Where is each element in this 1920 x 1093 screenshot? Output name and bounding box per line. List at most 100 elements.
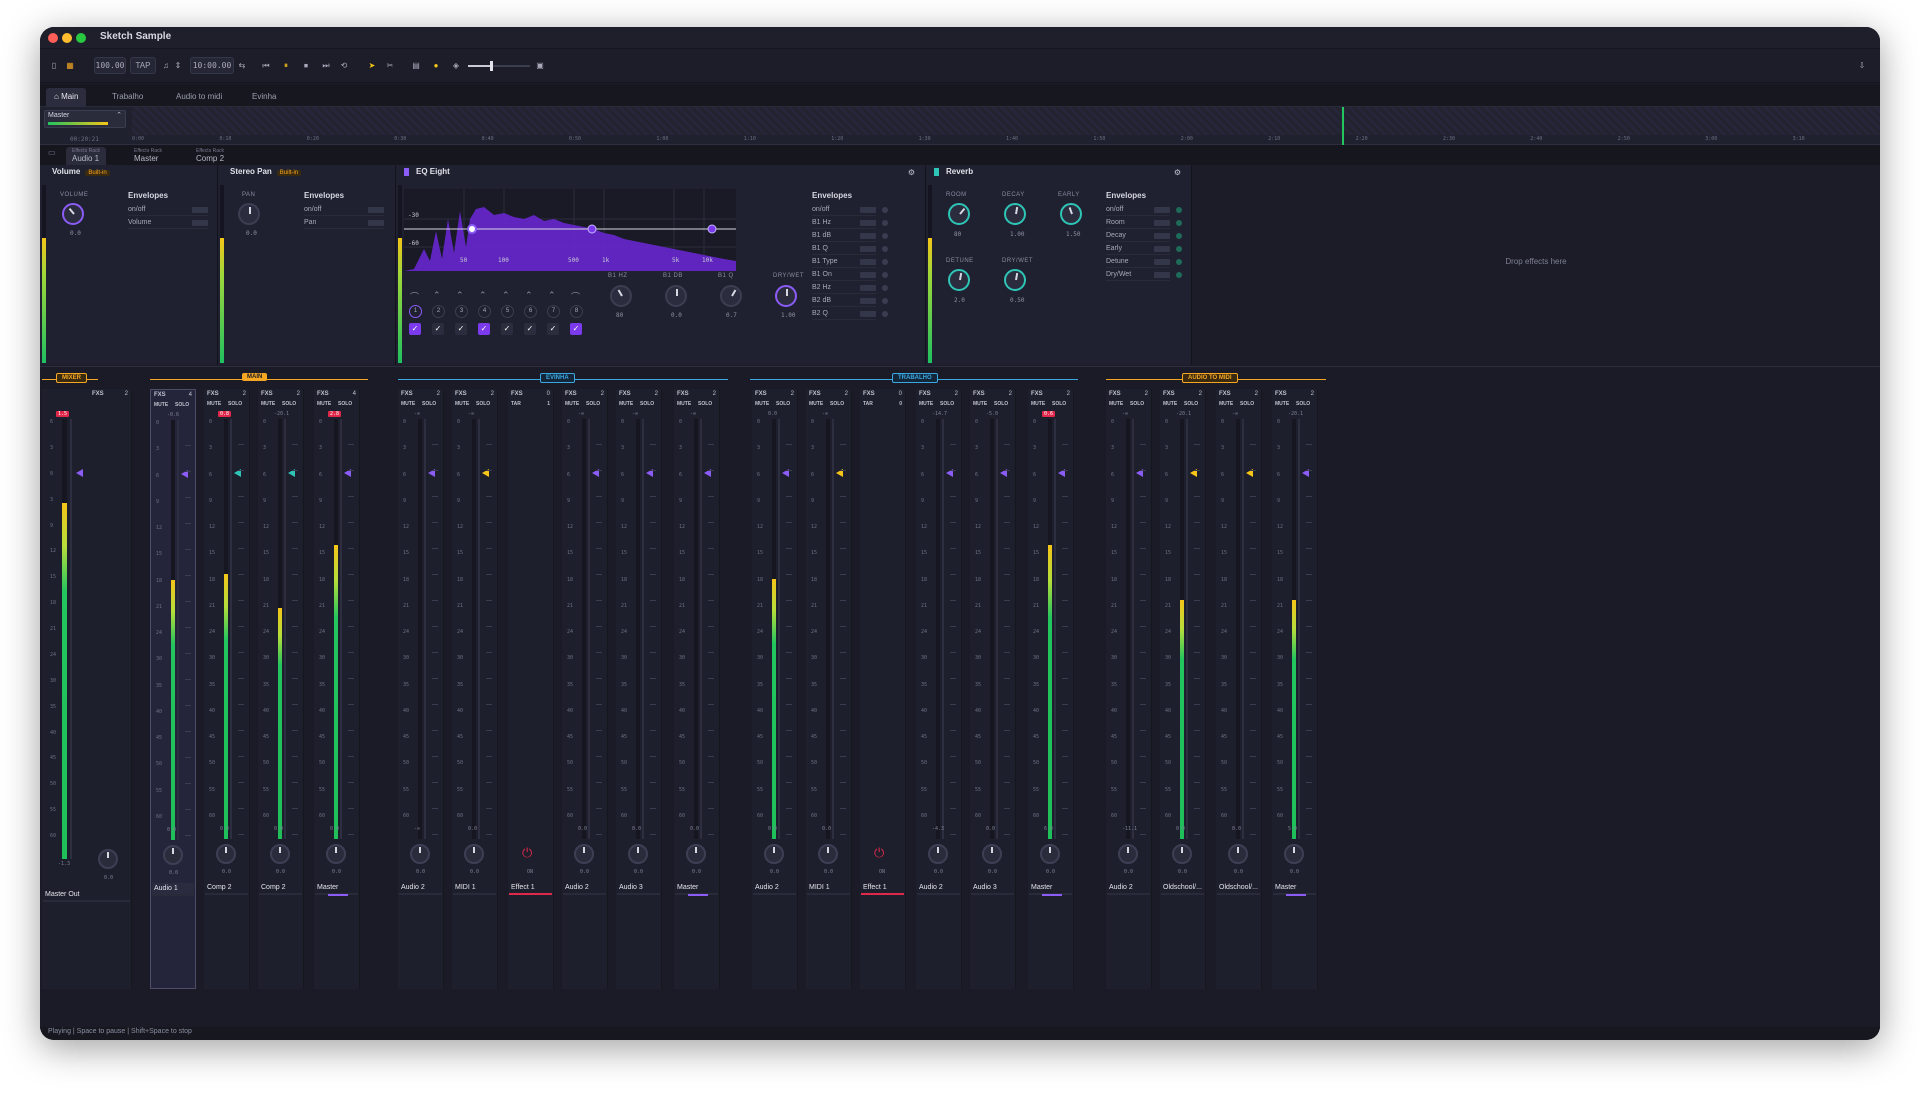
volume-fader[interactable] [424, 419, 426, 839]
pan-knob[interactable] [818, 844, 838, 864]
volume-fader[interactable] [340, 419, 342, 839]
metronome-icon[interactable]: ♫ [160, 57, 172, 74]
band-enable-checkbox[interactable]: ✓ [478, 323, 490, 335]
mute-button[interactable]: MUTE [317, 401, 331, 407]
envelope-row[interactable]: on/off [1106, 205, 1170, 216]
envelope-row[interactable]: Volume [128, 218, 208, 229]
envelope-row[interactable]: Pan [304, 218, 384, 229]
solo-button[interactable]: SOLO [1296, 401, 1310, 407]
eq-knob[interactable] [775, 285, 797, 307]
loop-icon[interactable]: ⟲ [338, 57, 350, 74]
envelope-dot-icon[interactable] [1176, 272, 1182, 278]
strip-name[interactable]: Oldschool/... [1161, 882, 1204, 895]
mute-button[interactable]: MUTE [1219, 401, 1233, 407]
follow-icon[interactable]: ◈ [450, 57, 462, 74]
strip-name[interactable]: Audio 2 [753, 882, 796, 895]
envelope-dot-icon[interactable] [882, 220, 888, 226]
envelope-dot-icon[interactable] [882, 246, 888, 252]
solo-button[interactable]: SOLO [228, 401, 242, 407]
band-shape-icon[interactable]: ⌒ [571, 290, 580, 303]
strip-name[interactable]: Effect 1 [509, 882, 552, 895]
solo-button[interactable]: SOLO [1240, 401, 1254, 407]
band-number-button[interactable]: 2 [432, 305, 445, 318]
reverb-knob[interactable] [948, 269, 970, 291]
solo-button[interactable]: SOLO [586, 401, 600, 407]
mute-button[interactable]: MUTE [1031, 401, 1045, 407]
grid-icon[interactable]: ▦ [64, 57, 76, 74]
snap-icon[interactable]: ● [430, 57, 442, 74]
envelope-row[interactable]: on/off [128, 205, 208, 216]
pan-knob[interactable] [1040, 844, 1060, 864]
band-enable-checkbox[interactable]: ✓ [547, 323, 559, 335]
band-enable-checkbox[interactable]: ✓ [570, 323, 582, 335]
envelope-dot-icon[interactable] [1176, 259, 1182, 265]
envelope-row[interactable]: B1 Type [812, 257, 876, 268]
volume-fader[interactable] [996, 419, 998, 839]
time-field[interactable]: 10:00.00 [190, 57, 234, 74]
eq-knob[interactable] [720, 285, 742, 307]
piano-roll-icon[interactable]: ▤ [410, 57, 422, 74]
strip-name[interactable]: MIDI 1 [453, 882, 496, 895]
rewind-icon[interactable]: ⏮ [260, 57, 272, 74]
strip-name[interactable]: Audio 2 [563, 882, 606, 895]
solo-button[interactable]: SOLO [1052, 401, 1066, 407]
strip-name[interactable]: MIDI 1 [807, 882, 850, 895]
close-window-button[interactable] [48, 33, 58, 43]
envelope-dot-icon[interactable] [1176, 207, 1182, 213]
forward-icon[interactable]: ⏭ [320, 57, 332, 74]
solo-button[interactable]: SOLO [338, 401, 352, 407]
band-number-button[interactable]: 4 [478, 305, 491, 318]
band-number-button[interactable]: 6 [524, 305, 537, 318]
volume-fader[interactable] [1186, 419, 1188, 839]
solo-button[interactable]: SOLO [1184, 401, 1198, 407]
volume-fader[interactable] [832, 419, 834, 839]
volume-fader[interactable] [778, 419, 780, 839]
band-enable-checkbox[interactable]: ✓ [432, 323, 444, 335]
settings-icon[interactable]: ⚙ [1174, 168, 1181, 177]
solo-button[interactable]: SOLO [476, 401, 490, 407]
pan-knob[interactable] [1172, 844, 1192, 864]
volume-fader[interactable] [70, 419, 72, 859]
pan-knob[interactable] [574, 844, 594, 864]
solo-button[interactable]: SOLO [830, 401, 844, 407]
loop-length-icon[interactable]: ⇆ [236, 57, 248, 74]
envelope-row[interactable]: on/off [812, 205, 876, 216]
strip-name[interactable]: Oldschool/... [1217, 882, 1260, 895]
pan-knob[interactable] [163, 845, 183, 865]
pan-knob[interactable] [628, 844, 648, 864]
envelope-row[interactable]: B2 Q [812, 309, 876, 320]
band-number-button[interactable]: 3 [455, 305, 468, 318]
solo-button[interactable]: SOLO [1130, 401, 1144, 407]
envelope-dot-icon[interactable] [1176, 220, 1182, 226]
envelope-row[interactable]: Room [1106, 218, 1170, 229]
scissors-icon[interactable]: ✂ [384, 57, 396, 74]
mute-button[interactable]: MUTE [1163, 401, 1177, 407]
mute-button[interactable]: MUTE [619, 401, 633, 407]
strip-name[interactable]: Master Out [43, 889, 130, 902]
eq-knob[interactable] [665, 285, 687, 307]
eq-knob[interactable] [610, 285, 632, 307]
envelope-dot-icon[interactable] [1176, 233, 1182, 239]
mute-button[interactable]: MUTE [809, 401, 823, 407]
power-icon[interactable]: ⏻ [522, 845, 532, 861]
band-shape-icon[interactable]: ⌃ [456, 290, 464, 301]
volume-fader[interactable] [478, 419, 480, 839]
envelope-dot-icon[interactable] [882, 285, 888, 291]
pan-knob[interactable] [326, 844, 346, 864]
sidebar-icon[interactable]: ▯ [48, 57, 60, 74]
stop-icon[interactable]: ⏹ [300, 57, 312, 74]
band-number-button[interactable]: 5 [501, 305, 514, 318]
pan-knob[interactable] [1284, 844, 1304, 864]
power-icon[interactable]: ⏻ [874, 845, 884, 861]
solo-button[interactable]: SOLO [994, 401, 1008, 407]
volume-fader[interactable] [284, 419, 286, 839]
envelope-dot-icon[interactable] [882, 233, 888, 239]
envelope-row[interactable]: Decay [1106, 231, 1170, 242]
envelope-dot-icon[interactable] [882, 298, 888, 304]
rack-tab-master[interactable]: Effects Rack Master [128, 147, 168, 165]
band-shape-icon[interactable]: ⌃ [525, 290, 533, 301]
volume-fader[interactable] [642, 419, 644, 839]
mute-button[interactable]: MUTE [455, 401, 469, 407]
solo-button[interactable]: SOLO [422, 401, 436, 407]
mute-button[interactable]: MUTE [207, 401, 221, 407]
